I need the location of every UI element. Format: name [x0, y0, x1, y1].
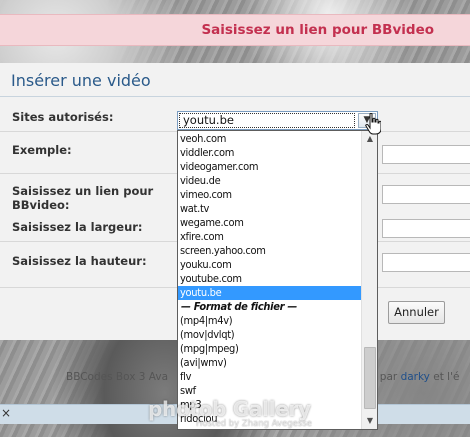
- select-option[interactable]: (mpg|mpeg): [178, 342, 362, 356]
- select-option[interactable]: (avi|wmv): [178, 356, 362, 370]
- width-input[interactable]: [382, 219, 470, 238]
- close-icon[interactable]: ×: [1, 406, 11, 420]
- select-option[interactable]: swf: [178, 384, 362, 398]
- sites-label: Sites autorisés:: [12, 110, 114, 124]
- select-option[interactable]: youtube.com: [178, 272, 362, 286]
- watermark-subtitle: Hosted by Zhang Avegesse: [196, 419, 312, 429]
- select-option[interactable]: (mov|dvlqt): [178, 328, 362, 342]
- watermark-logo: photob Gallery: [148, 397, 311, 421]
- dropdown-scrollbar[interactable]: ▲ ▼: [361, 131, 377, 429]
- select-option[interactable]: flv: [178, 370, 362, 384]
- cancel-button[interactable]: Annuler: [388, 301, 445, 324]
- link-label-line2: BBvideo:: [12, 198, 70, 212]
- scroll-thumb[interactable]: [364, 347, 376, 409]
- header-banner-text: Saisissez un lien pour BBvideo: [201, 22, 434, 38]
- select-option[interactable]: youtu.be: [178, 286, 362, 300]
- width-label: Saisissez la largeur:: [12, 220, 143, 234]
- hand-cursor-icon: [365, 113, 381, 135]
- select-option[interactable]: wegame.com: [178, 216, 362, 230]
- sites-select-value: youtu.be: [179, 113, 355, 128]
- link-label: Saisissez un lien pour BBvideo:: [12, 184, 153, 212]
- options-list: veoh.com viddler.com videogamer.com videu.d…: [178, 132, 362, 426]
- select-option[interactable]: wat.tv: [178, 202, 362, 216]
- footer-credit-suffix: et l'é: [433, 371, 460, 383]
- header-banner: Saisissez un lien pour BBvideo: [0, 14, 470, 46]
- select-option[interactable]: screen.yahoo.com: [178, 244, 362, 258]
- sites-dropdown-list[interactable]: veoh.com viddler.com videogamer.com videu.d…: [177, 130, 378, 430]
- example-label: Exemple:: [12, 143, 72, 157]
- height-label: Saisissez la hauteur:: [12, 254, 147, 268]
- select-option[interactable]: videogamer.com: [178, 160, 362, 174]
- select-option[interactable]: youku.com: [178, 258, 362, 272]
- dialog-title: Insérer une vidéo: [11, 71, 151, 90]
- footer-credit-right: e par darky et l'é: [370, 371, 459, 383]
- example-field: [382, 145, 470, 164]
- select-option[interactable]: veoh.com: [178, 132, 362, 146]
- title-divider: [0, 96, 470, 97]
- sites-select[interactable]: youtu.be ▼: [177, 111, 378, 130]
- footer-credit-left: BBCodes Box 3 Ava: [66, 371, 169, 383]
- video-link-input[interactable]: [382, 185, 470, 204]
- select-option[interactable]: xfire.com: [178, 230, 362, 244]
- author-link[interactable]: darky: [401, 371, 430, 383]
- select-option[interactable]: (mp4|m4v): [178, 314, 362, 328]
- select-option[interactable]: videu.de: [178, 174, 362, 188]
- option-group-header: — Format de fichier —: [181, 300, 297, 313]
- height-input[interactable]: [382, 253, 470, 272]
- scroll-down-icon[interactable]: ▼: [362, 413, 377, 429]
- select-option[interactable]: viddler.com: [178, 146, 362, 160]
- link-label-line1: Saisissez un lien pour: [12, 184, 154, 198]
- select-option[interactable]: vimeo.com: [178, 188, 362, 202]
